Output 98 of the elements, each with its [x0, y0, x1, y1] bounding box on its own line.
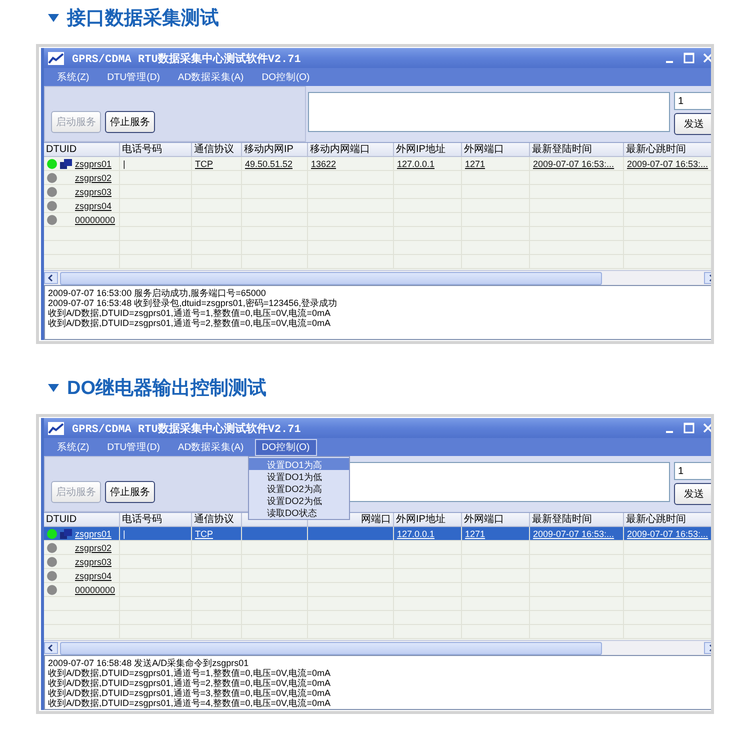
menu-item[interactable]: DO控制(O) — [254, 438, 317, 456]
table-cell-text: 13622 — [311, 158, 336, 170]
table-row[interactable]: zsgprs04 — [44, 199, 711, 213]
table-cell-text: 2009-07-07 16:53:... — [627, 158, 708, 170]
table-cell-text: | — [123, 528, 126, 540]
menu-item[interactable]: DTU管理(D) — [100, 68, 167, 86]
send-button[interactable]: 发送 — [674, 483, 711, 505]
computer-icon — [60, 158, 72, 168]
section-heading: 接口数据采集测试 — [67, 6, 219, 31]
table-cell-text: zsgprs04 — [75, 570, 112, 582]
service-button[interactable]: 停止服务 — [105, 481, 155, 503]
log-line: 收到A/D数据,DTUID=zsgprs01,通道号=4,整数值=0,电压=0V,电流=0mA — [48, 698, 332, 708]
scroll-thumb[interactable] — [60, 272, 602, 284]
section-heading: DO继电器输出控制测试 — [67, 377, 266, 401]
column-header[interactable]: 通信协议 — [192, 513, 242, 527]
service-button[interactable]: 停止服务 — [105, 111, 155, 133]
table-cell-text: 00000000 — [75, 214, 116, 226]
table-row[interactable]: 00000000 — [44, 213, 711, 227]
close-icon[interactable] — [701, 421, 711, 435]
scroll-left-icon[interactable] — [44, 272, 58, 284]
menu-item[interactable]: AD数据采集(A) — [170, 438, 251, 456]
computer-icon — [60, 528, 72, 538]
count-field[interactable]: 1 — [674, 92, 711, 110]
table-cell-text: 127.0.0.1 — [397, 158, 435, 170]
menu-option[interactable]: 设置DO1为低 — [249, 470, 349, 482]
table-cell-text: 1271 — [465, 158, 486, 170]
table-row[interactable]: zsgprs01 | TCP 127.0.0.1 1271 2009-07-07 16:53:... 2009-07-07 16:53:... — [44, 527, 711, 541]
log-line: 收到A/D数据,DTUID=zsgprs01,通道号=2,整数值=0,电压=0V,电流=0mA — [48, 678, 332, 688]
message-field[interactable] — [308, 92, 670, 132]
log-line: 收到A/D数据,DTUID=zsgprs01,通道号=3,整数值=0,电压=0V,电流=0mA — [48, 688, 332, 698]
table-cell-text: TCP — [195, 158, 213, 170]
column-header[interactable]: 外网IP地址 — [394, 513, 462, 527]
table-cell-text: zsgprs02 — [75, 172, 112, 184]
maximize-icon[interactable] — [682, 421, 696, 435]
menu-item[interactable]: DTU管理(D) — [100, 438, 167, 456]
scroll-thumb[interactable] — [60, 642, 602, 654]
log-line: 收到A/D数据,DTUID=zsgprs01,通道号=2,整数值=0,电压=0V,电流=0mA — [48, 318, 332, 328]
column-header[interactable]: DTUID — [44, 513, 120, 527]
table-row[interactable]: zsgprs03 — [44, 555, 711, 569]
log-line: 收到A/D数据,DTUID=zsgprs01,通道号=1,整数值=0,电压=0V,电流=0mA — [48, 308, 332, 318]
table-cell-text: zsgprs03 — [75, 186, 112, 198]
column-header[interactable]: 外网IP地址 — [394, 143, 462, 157]
table-cell-text: 127.0.0.1 — [397, 528, 435, 540]
window-title: GPRS/CDMA RTU数据采集中心测试软件V2.71 — [72, 422, 302, 436]
menu-option[interactable]: 设置DO1为高 — [249, 458, 349, 470]
column-header[interactable]: 电话号码 — [120, 143, 192, 157]
column-header[interactable]: 最新心跳时间 — [624, 513, 711, 527]
maximize-icon[interactable] — [682, 51, 696, 65]
column-header[interactable]: 最新登陆时间 — [530, 513, 624, 527]
table-cell-text: zsgprs04 — [75, 200, 112, 212]
table-cell-text: 2009-07-07 16:53:... — [533, 528, 614, 540]
log-line: 收到A/D数据,DTUID=zsgprs01,通道号=1,整数值=0,电压=0V,电流=0mA — [48, 668, 332, 678]
column-header[interactable]: 移动内网端口 — [308, 143, 394, 157]
count-field[interactable]: 1 — [674, 462, 711, 480]
menu-option[interactable]: 设置DO2为低 — [249, 494, 349, 506]
log-line: 2009-07-07 16:53:48 收到登录包,dtuid=zsgprs01,密码=123456,登录成功 — [48, 298, 338, 308]
triangle-icon — [48, 14, 59, 22]
table-row[interactable]: zsgprs02 — [44, 541, 711, 555]
table-cell-text: 00000000 — [75, 584, 116, 596]
table-cell-text: | — [123, 158, 126, 170]
close-icon[interactable] — [701, 51, 711, 65]
table-cell-text: zsgprs02 — [75, 542, 112, 554]
menu-item[interactable]: 系统(Z) — [50, 438, 96, 456]
table-row[interactable]: 00000000 — [44, 583, 711, 597]
table-cell-text: zsgprs01 — [75, 158, 112, 170]
table-row[interactable]: zsgprs02 — [44, 171, 711, 185]
table-cell-text: 49.50.51.52 — [245, 158, 293, 170]
column-header[interactable]: 外网端口 — [462, 513, 530, 527]
triangle-icon — [48, 384, 59, 392]
log-line: 2009-07-07 16:58:48 发送A/D采集命令到zsgprs01 — [48, 658, 250, 668]
table-cell-text: zsgprs03 — [75, 556, 112, 568]
menu-option[interactable]: 设置DO2为高 — [249, 482, 349, 494]
horizontal-scrollbar[interactable] — [44, 640, 711, 655]
column-header[interactable]: 最新心跳时间 — [624, 143, 711, 157]
log-line: 2009-07-07 16:53:00 服务启动成功,服务端口号=65000 — [48, 288, 267, 298]
column-header[interactable]: 最新登陆时间 — [530, 143, 624, 157]
window-title: GPRS/CDMA RTU数据采集中心测试软件V2.71 — [72, 52, 302, 66]
table-cell-text: 1271 — [465, 528, 486, 540]
table-cell-text: zsgprs01 — [75, 528, 112, 540]
table-row[interactable]: zsgprs04 — [44, 569, 711, 583]
menu-item[interactable]: AD数据采集(A) — [170, 68, 251, 86]
column-header[interactable]: 通信协议 — [192, 143, 242, 157]
column-header[interactable]: 移动内网IP — [242, 143, 308, 157]
menu-item[interactable]: 系统(Z) — [50, 68, 96, 86]
horizontal-scrollbar[interactable] — [44, 270, 711, 285]
scroll-left-icon[interactable] — [44, 642, 58, 654]
table-row[interactable]: zsgprs03 — [44, 185, 711, 199]
column-header[interactable]: DTUID — [44, 143, 120, 157]
table-row[interactable]: zsgprs01 | TCP 49.50.51.52 13622 127.0.0.1 1271 2009-07-07 16:53:... 2009-07-07 16:53:... — [44, 157, 711, 171]
table-cell-text: TCP — [195, 528, 213, 540]
table-cell-text: 2009-07-07 16:53:... — [533, 158, 614, 170]
menu-item[interactable]: DO控制(O) — [254, 68, 317, 86]
send-button[interactable]: 发送 — [674, 113, 711, 135]
column-header[interactable]: 外网端口 — [462, 143, 530, 157]
table-cell-text: 2009-07-07 16:53:... — [627, 528, 708, 540]
column-header[interactable]: 电话号码 — [120, 513, 192, 527]
app-icon — [48, 52, 64, 64]
app-icon — [48, 422, 64, 434]
